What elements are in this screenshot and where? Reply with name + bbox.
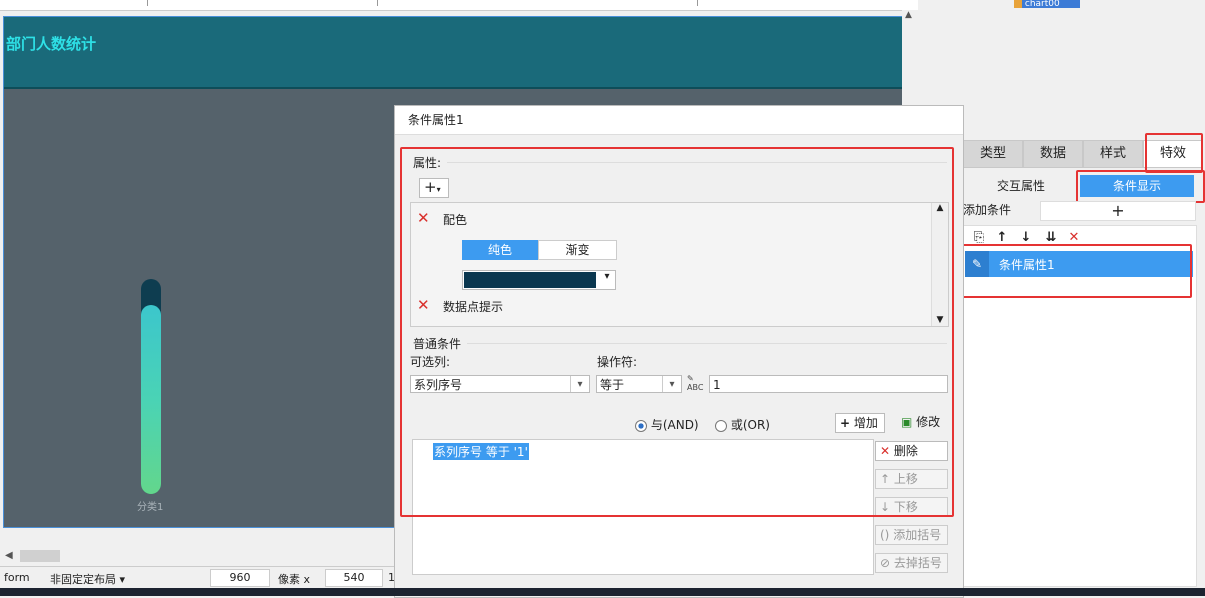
condition-toolbar: ⎘ ↑ ↓ ⇊ ✕ xyxy=(968,230,1084,245)
chart-header: 部门人数统计 xyxy=(4,17,902,89)
status-bar: form 非固定定布局 ▾ 960 像素 x 540 1 xyxy=(0,566,395,589)
scroll-up-icon[interactable]: ▲ xyxy=(905,10,912,20)
highlight-box xyxy=(1145,133,1203,173)
taskbar xyxy=(0,588,1205,596)
chart-widget-name: chart00 xyxy=(1024,0,1060,9)
move-bottom-icon[interactable]: ⇊ xyxy=(1038,230,1064,245)
highlight-box xyxy=(400,147,954,517)
tab-data[interactable]: 数据 xyxy=(1023,140,1083,168)
bar-value[interactable] xyxy=(141,305,161,494)
remove-bracket-label: 去掉括号 xyxy=(893,556,942,570)
add-condition-button[interactable]: + xyxy=(1040,201,1196,221)
copy-icon[interactable]: ⎘ xyxy=(968,230,990,245)
category-label: 分类1 xyxy=(137,502,164,513)
bracket-icon: () xyxy=(880,528,890,542)
tab-type[interactable]: 类型 xyxy=(963,140,1023,168)
dialog-title: 条件属性1 xyxy=(408,113,464,127)
add-bracket-label: 添加括号 xyxy=(893,528,942,542)
chart-widget-chip[interactable]: chart00 xyxy=(1014,0,1080,9)
subtab-interaction[interactable]: 交互属性 xyxy=(965,175,1077,197)
move-down-icon[interactable]: ↓ xyxy=(1014,230,1038,245)
scroll-thumb[interactable] xyxy=(20,550,60,562)
highlight-box xyxy=(958,244,1192,298)
width-input[interactable]: 960 xyxy=(210,569,270,587)
unit-label: 像素 x xyxy=(278,573,311,586)
highlight-box xyxy=(1076,170,1205,203)
add-condition-label: 添加条件 xyxy=(963,203,1012,217)
move-up-icon[interactable]: ↑ xyxy=(990,230,1014,245)
add-bracket-button[interactable]: () 添加括号 xyxy=(875,525,948,545)
layout-mode-select[interactable]: 非固定定布局 ▾ xyxy=(50,571,125,587)
remove-bracket-button[interactable]: ⊘ 去掉括号 xyxy=(875,553,948,573)
canvas-horizontal-scrollbar[interactable]: ◀ xyxy=(0,546,395,566)
delete-icon[interactable]: ✕ xyxy=(1064,230,1084,245)
tab-style[interactable]: 样式 xyxy=(1083,140,1143,168)
layout-mode-value: 非固定定布局 xyxy=(50,573,116,586)
chevron-down-icon: ▾ xyxy=(119,573,126,586)
ruler-strip xyxy=(0,0,918,11)
remove-bracket-icon: ⊘ xyxy=(880,556,891,570)
chart-title: 部门人数统计 xyxy=(6,35,97,53)
chart-icon xyxy=(1014,0,1022,8)
dialog-title-bar: 条件属性1 xyxy=(395,106,963,135)
height-input[interactable]: 540 xyxy=(325,569,383,587)
scroll-left-icon[interactable]: ◀ xyxy=(5,550,13,561)
layout-type-label: form xyxy=(4,571,30,584)
